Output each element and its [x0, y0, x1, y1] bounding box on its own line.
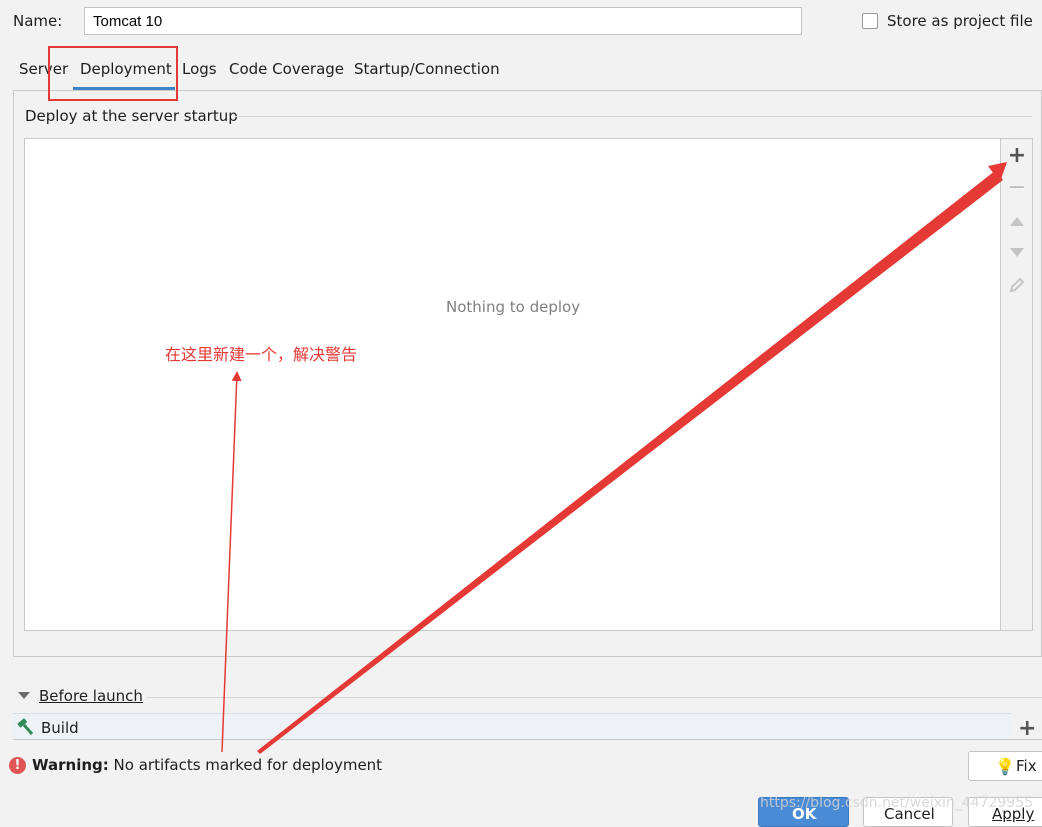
annotation-highlight-box [48, 46, 178, 101]
name-field[interactable] [84, 7, 802, 35]
chevron-down-icon[interactable] [18, 692, 30, 699]
hammer-icon [16, 717, 36, 741]
tab-startup-connection[interactable]: Startup/Connection [354, 60, 500, 78]
warning-message: Warning: No artifacts marked for deploym… [32, 756, 382, 774]
tab-code-coverage[interactable]: Code Coverage [229, 60, 344, 78]
move-up-icon[interactable] [1006, 210, 1028, 232]
section-divider [235, 116, 1032, 117]
warning-label: Warning: [32, 756, 109, 774]
before-launch-divider [146, 697, 1042, 698]
list-item[interactable] [13, 713, 1011, 740]
error-icon: ! [9, 757, 26, 774]
bulb-icon: 💡 [995, 757, 1015, 776]
move-down-icon[interactable] [1006, 241, 1028, 263]
edit-icon[interactable] [1006, 274, 1028, 296]
empty-state-text: Nothing to deploy [446, 298, 581, 316]
watermark: https://blog.csdn.net/weixin_44729955 [760, 795, 1034, 811]
divider [13, 739, 1042, 740]
deploy-list[interactable] [24, 138, 1001, 631]
store-as-project-checkbox[interactable] [862, 13, 878, 29]
build-task-label: Build [41, 719, 79, 737]
before-launch-label[interactable]: Before launch [39, 687, 143, 705]
plus-icon[interactable]: + [1018, 718, 1036, 740]
fix-label[interactable]: Fix [1016, 757, 1037, 775]
warning-text: No artifacts marked for deployment [113, 756, 383, 774]
minus-icon[interactable]: − [1006, 177, 1028, 199]
tab-logs[interactable]: Logs [182, 60, 217, 78]
plus-icon[interactable]: + [1006, 145, 1028, 167]
name-label: Name: [13, 12, 63, 30]
section-title: Deploy at the server startup [25, 107, 238, 125]
store-as-project-label[interactable]: Store as project file [887, 12, 1033, 30]
annotation-text: 在这里新建一个，解决警告 [165, 345, 358, 364]
